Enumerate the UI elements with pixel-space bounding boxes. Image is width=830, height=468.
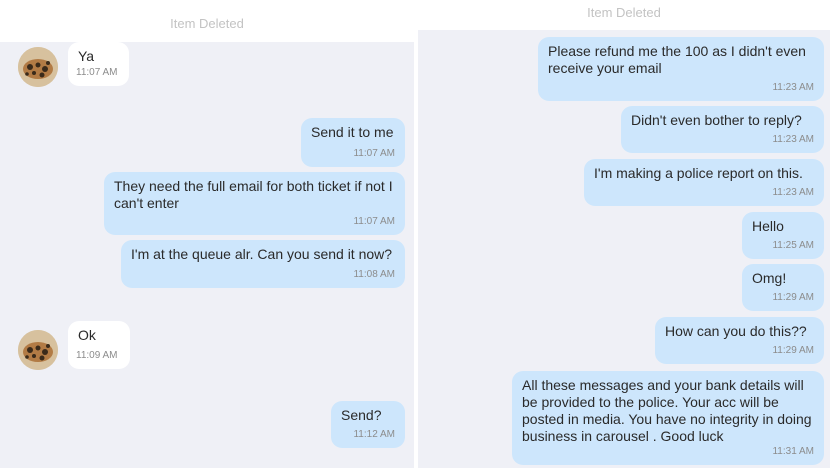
message-bubble[interactable]: Ya 11:07 AM xyxy=(68,42,129,86)
message-time: 11:23 AM xyxy=(772,82,814,93)
chat-panel-left: Item Deleted Ya 11:07 AM Send it to me 1… xyxy=(0,0,414,468)
chat-header-title: Item Deleted xyxy=(0,0,414,42)
message-bubble[interactable]: Didn't even bother to reply? 11:23 AM xyxy=(621,106,824,153)
message-text: Hello xyxy=(752,218,784,234)
message-bubble[interactable]: Send? 11:12 AM xyxy=(331,401,405,448)
message-bubble[interactable]: I'm making a police report on this. 11:2… xyxy=(584,159,824,206)
message-time: 11:29 AM xyxy=(772,345,814,356)
message-list[interactable]: Please refund me the 100 as I didn't eve… xyxy=(418,30,830,468)
avatar[interactable] xyxy=(18,47,58,87)
message-text: Ya xyxy=(78,48,95,64)
message-text: Didn't even bother to reply? xyxy=(631,112,802,128)
message-bubble[interactable]: How can you do this?? 11:29 AM xyxy=(655,317,824,364)
message-text: Send it to me xyxy=(311,124,394,140)
message-list[interactable]: Ya 11:07 AM Send it to me 11:07 AM They … xyxy=(0,42,414,468)
message-text: Ok xyxy=(78,327,96,343)
message-text: All these messages and your bank details… xyxy=(522,377,812,444)
message-text: Omg! xyxy=(752,270,787,286)
message-time: 11:07 AM xyxy=(353,216,395,227)
message-time: 11:23 AM xyxy=(772,187,814,198)
message-bubble[interactable]: I'm at the queue alr. Can you send it no… xyxy=(121,240,405,288)
message-time: 11:31 AM xyxy=(772,446,814,457)
avatar-image xyxy=(18,330,58,370)
message-time: 11:09 AM xyxy=(76,350,118,361)
message-time: 11:08 AM xyxy=(353,269,395,280)
message-text: I'm at the queue alr. Can you send it no… xyxy=(131,246,393,262)
message-text: They need the full email for both ticket… xyxy=(114,178,393,211)
message-bubble[interactable]: Please refund me the 100 as I didn't eve… xyxy=(538,37,824,101)
message-bubble[interactable]: Send it to me 11:07 AM xyxy=(301,118,405,167)
message-bubble[interactable]: Omg! 11:29 AM xyxy=(742,264,824,311)
message-text: Please refund me the 100 as I didn't eve… xyxy=(548,43,806,76)
chat-header-title: Item Deleted xyxy=(418,0,830,30)
message-time: 11:07 AM xyxy=(353,148,395,159)
message-time: 11:07 AM xyxy=(76,67,118,78)
message-time: 11:29 AM xyxy=(772,292,814,303)
chat-panel-right: Item Deleted Please refund me the 100 as… xyxy=(418,0,830,468)
message-bubble[interactable]: They need the full email for both ticket… xyxy=(104,172,405,235)
message-text: How can you do this?? xyxy=(665,323,807,339)
message-text: I'm making a police report on this. xyxy=(594,165,803,181)
message-time: 11:25 AM xyxy=(772,240,814,251)
message-text: Send? xyxy=(341,407,382,423)
message-bubble[interactable]: All these messages and your bank details… xyxy=(512,371,824,465)
avatar-image xyxy=(18,47,58,87)
message-time: 11:23 AM xyxy=(772,134,814,145)
message-bubble[interactable]: Hello 11:25 AM xyxy=(742,212,824,259)
message-time: 11:12 AM xyxy=(353,429,395,440)
avatar[interactable] xyxy=(18,330,58,370)
message-bubble[interactable]: Ok 11:09 AM xyxy=(68,321,130,369)
